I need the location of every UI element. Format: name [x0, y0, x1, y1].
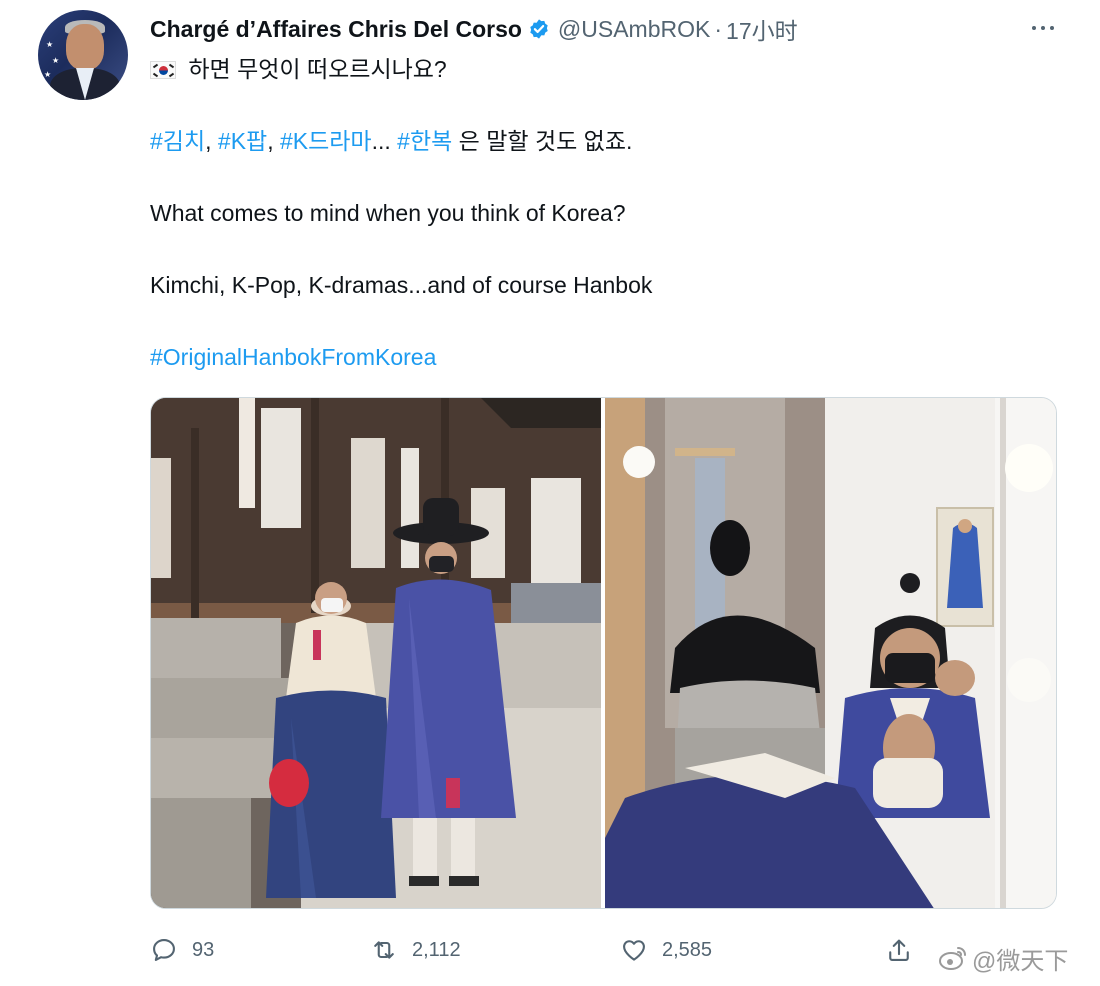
verified-badge-icon	[528, 18, 550, 40]
hashtag-link[interactable]: #K팝	[218, 128, 267, 154]
photo-hanbok-palace[interactable]	[151, 398, 601, 908]
watermark-text: @微天下	[972, 947, 1069, 975]
reply-count: 93	[192, 938, 215, 961]
reply-action[interactable]: 93	[150, 930, 214, 970]
hashtag-link[interactable]: #K드라마	[280, 128, 372, 154]
avatar-star-decoration: ★	[46, 40, 54, 49]
share-icon	[889, 939, 909, 961]
retweet-action[interactable]: 2,112	[370, 930, 461, 970]
hashtag-line-text: ,	[267, 128, 280, 154]
hashtag-link[interactable]: #김치	[150, 128, 205, 154]
weibo-watermark: @微天下	[938, 938, 1068, 978]
tweet-card: ★ ★ ★ Chargé d’Affaires Chris Del Corso …	[0, 0, 1100, 986]
hashtag-line-text: ...	[371, 128, 398, 154]
avatar-star-decoration: ★	[52, 56, 60, 65]
more-options-icon[interactable]	[1026, 18, 1060, 38]
weibo-logo-icon	[939, 947, 966, 970]
like-count: 2,585	[662, 938, 713, 961]
avatar-face	[66, 24, 104, 70]
tweet-line-korean-hashtags: #김치, #K팝, #K드라마... #한복 은 말할 것도 없죠.	[150, 126, 1030, 156]
like-icon	[623, 940, 645, 961]
hashtag-line-text: 은 말할 것도 없죠.	[452, 128, 633, 154]
share-action[interactable]	[885, 930, 927, 970]
photo-mirror-finger-heart[interactable]	[605, 398, 1056, 908]
retweet-count: 2,112	[412, 938, 461, 961]
author-avatar[interactable]: ★ ★ ★	[38, 10, 128, 100]
tweet-line-english-question: What comes to mind when you think of Kor…	[150, 200, 626, 226]
like-action[interactable]: 2,585	[620, 930, 712, 970]
header-separator: ·	[714, 15, 723, 42]
tweet-line-english-answer: Kimchi, K-Pop, K-dramas...and of course …	[150, 272, 653, 298]
tweet-timestamp[interactable]: 17小时	[726, 12, 798, 46]
avatar-star-decoration: ★	[44, 70, 52, 79]
tweet-media-grid	[150, 397, 1057, 909]
tweet-actions-bar: 93 2,112 2,585	[150, 930, 930, 970]
photo-hanbok-palace-illustration	[151, 398, 601, 908]
hashtag-link[interactable]: #한복	[397, 128, 452, 154]
author-display-name[interactable]: Chargé d’Affaires Chris Del Corso	[150, 16, 522, 43]
reply-icon	[153, 939, 175, 961]
photo-mirror-finger-heart-illustration	[605, 398, 1056, 908]
hashtag-line-text: ,	[205, 128, 218, 154]
tweet-header: Chargé d’Affaires Chris Del Corso @USAmb…	[150, 12, 798, 46]
korean-question-text: 하면 무엇이 떠오르시나요?	[182, 56, 447, 82]
south-korea-flag-icon	[150, 61, 176, 79]
tweet-line-korean-question: 하면 무엇이 떠오르시나요?	[150, 54, 1030, 84]
hashtag-original-hanbok[interactable]: #OriginalHanbokFromKorea	[150, 342, 1030, 372]
retweet-icon	[374, 941, 394, 959]
author-handle[interactable]: @USAmbROK	[558, 16, 710, 43]
